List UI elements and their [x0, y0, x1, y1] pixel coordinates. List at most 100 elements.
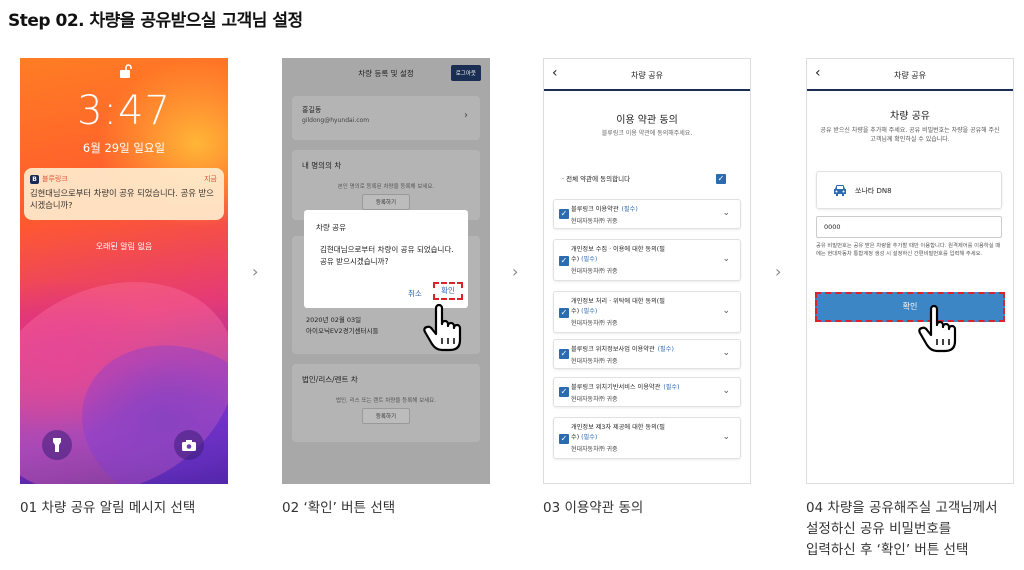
- term-checkbox[interactable]: ✓: [559, 434, 569, 444]
- chevron-down-icon[interactable]: ⌄: [722, 254, 730, 264]
- share-header: ‹ 차량 공유: [807, 59, 1013, 91]
- term-item[interactable]: ✓ 개인정보 수집 · 이용에 대한 동의(필수) (필수) 현대자동차㈜ 귀중 ⌄: [553, 239, 741, 281]
- terms-panel: ‹ 차량 공유 이용 약관 동의 블루링크 이용 약관에 동의해주세요. · 전…: [543, 58, 751, 484]
- term-item[interactable]: ✓ 블루링크 이용약관 (필수) 현대자동차㈜ 귀중 ⌄: [553, 199, 741, 229]
- term-checkbox[interactable]: ✓: [559, 308, 569, 318]
- corp-cars-desc: 법인, 리스 또는 렌트 차량을 등록해 보세요.: [335, 398, 436, 404]
- dialog-confirm-button[interactable]: 확인: [433, 282, 463, 300]
- my-cars-title: 내 명의의 차: [302, 161, 342, 170]
- share-subtitle: 공유 받으신 차량을 추가해 주세요. 공유 비밀번호는 차량을 공유해 주신 …: [820, 127, 1000, 143]
- vehicle-settings-panel: 차량 등록 및 설정 로그아웃 홍길동 gildong@hyundai.com …: [282, 58, 490, 484]
- term-title: 개인정보 처리 · 위탁에 대한 동의(필: [571, 298, 665, 305]
- notification-app-name: 블루링크: [42, 175, 68, 183]
- agree-all-label: · 전체 약관에 동의합니다: [562, 175, 631, 183]
- term-required-tag: (필수): [657, 346, 674, 353]
- term-required-tag: (필수): [581, 434, 598, 441]
- chevron-down-icon[interactable]: ⌄: [722, 386, 730, 396]
- shared-car-date: 2020년 02월 03일: [306, 316, 362, 324]
- caption-step-2: 02 ‘확인’ 버튼 선택: [282, 500, 396, 516]
- share-password-input[interactable]: 0000: [816, 216, 1002, 238]
- chevron-down-icon[interactable]: ⌄: [722, 348, 730, 358]
- term-title-cont: 수) (필수): [571, 256, 598, 263]
- dialog-title: 차량 공유: [316, 223, 346, 232]
- chevron-right-icon: ›: [464, 110, 468, 121]
- corp-cars-card: 법인/리스/렌트 차 법인, 리스 또는 렌트 차량을 등록해 보세요. 등록하…: [292, 364, 480, 442]
- no-older-notifications: 오래된 알림 없음: [95, 242, 153, 251]
- term-org: 현대자동차㈜ 귀중: [571, 268, 618, 275]
- shared-car-box: 쏘나타 DN8: [816, 171, 1002, 209]
- chevron-down-icon[interactable]: ⌄: [722, 306, 730, 316]
- term-checkbox[interactable]: ✓: [559, 349, 569, 359]
- user-name: 홍길동: [302, 106, 322, 114]
- lock-time: 3:47: [77, 88, 171, 134]
- share-title: 차량 공유: [890, 111, 930, 122]
- term-required-tag: (필수): [621, 206, 638, 213]
- term-item[interactable]: ✓ 블루링크 위치기반서비스 이용약관 (필수) 현대자동차㈜ 귀중 ⌄: [553, 377, 741, 407]
- flashlight-button[interactable]: [42, 430, 72, 460]
- bluelink-app-icon: B: [30, 174, 39, 184]
- notification-time: 지금: [204, 175, 217, 183]
- caption-step-3: 03 이용약관 동의: [543, 500, 644, 516]
- term-item[interactable]: ✓ 블루링크 위치정보사업 이용약관 (필수) 현대자동차㈜ 귀중 ⌄: [553, 339, 741, 369]
- camera-icon: [182, 439, 196, 451]
- my-cars-desc: 본인 명의로 등록된 차량을 등록해 보세요.: [337, 184, 435, 190]
- term-org: 현대자동차㈜ 귀중: [571, 446, 618, 453]
- password-note: 공유 비밀번호는 공유 받은 차량을 추가할 때만 이용합니다. 원격제어를 이…: [816, 243, 1001, 257]
- term-title: 개인정보 수집 · 이용에 대한 동의(필: [571, 246, 665, 253]
- term-title-cont: 수) (필수): [571, 434, 598, 441]
- header-title: 차량 공유: [894, 71, 926, 80]
- logout-button[interactable]: 로그아웃: [450, 65, 481, 81]
- register-button[interactable]: 등록하기: [362, 194, 410, 210]
- shared-car-name: 아이오닉EV2경기센터시들: [306, 327, 379, 335]
- next-arrow-icon: ›: [252, 262, 259, 281]
- lock-screen-panel: 3:47 6월 29일 일요일 B 블루링크 지금 김현대님으로부터 차량이 공…: [20, 58, 228, 484]
- pointer-hand-icon: [423, 303, 462, 352]
- term-item[interactable]: ✓ 개인정보 제3자 제공에 대한 동의(필 수) (필수) 현대자동차㈜ 귀중 ⌄: [553, 417, 741, 459]
- padlock-icon: [120, 64, 132, 78]
- term-required-tag: (필수): [663, 384, 680, 391]
- chevron-down-icon[interactable]: ⌄: [722, 432, 730, 442]
- corp-cars-title: 법인/리스/렌트 차: [302, 375, 358, 384]
- term-checkbox[interactable]: ✓: [559, 256, 569, 266]
- dialog-message: 김현대님으로부터 차량이 공유 되었습니다. 공유 받으시겠습니까?: [320, 245, 454, 266]
- term-required-tag: (필수): [581, 308, 598, 315]
- confirm-button[interactable]: 확인: [815, 292, 1005, 322]
- term-required-tag: (필수): [581, 256, 598, 263]
- term-item[interactable]: ✓ 개인정보 처리 · 위탁에 대한 동의(필수) (필수) 현대자동차㈜ 귀중 ⌄: [553, 291, 741, 333]
- caption-step-1: 01 차량 공유 알림 메시지 선택: [20, 500, 196, 516]
- term-title: 블루링크 위치기반서비스 이용약관 (필수): [571, 384, 680, 391]
- user-email: gildong@hyundai.com: [302, 117, 370, 124]
- password-value: 0000: [824, 223, 841, 231]
- flashlight-icon: [53, 438, 61, 452]
- camera-button[interactable]: [174, 430, 204, 460]
- vehicle-settings-header: 차량 등록 및 설정 로그아웃: [282, 58, 490, 86]
- next-arrow-icon: ›: [775, 262, 782, 281]
- dialog-cancel-button[interactable]: 취소: [408, 288, 422, 299]
- terms-subtitle: 블루링크 이용 약관에 동의해주세요.: [601, 130, 693, 137]
- term-checkbox[interactable]: ✓: [559, 209, 569, 219]
- term-title: 블루링크 이용약관 (필수): [571, 206, 638, 213]
- next-arrow-icon: ›: [512, 262, 519, 281]
- term-org: 현대자동차㈜ 귀중: [571, 396, 618, 403]
- caption-step-4: 04 차량을 공유해주실 고객님께서 설정하신 공유 비밀번호를 입력하신 후 …: [806, 500, 998, 558]
- term-title-cont: 수) (필수): [571, 308, 598, 315]
- chevron-down-icon[interactable]: ⌄: [722, 208, 730, 218]
- header-title: 차량 공유: [631, 71, 663, 80]
- corp-register-button[interactable]: 등록하기: [362, 408, 410, 424]
- share-notification[interactable]: B 블루링크 지금 김현대님으로부터 차량이 공유 되었습니다. 공유 받으시겠…: [24, 168, 224, 220]
- car-name: 쏘나타 DN8: [855, 187, 892, 195]
- lock-date: 6월 29일 일요일: [82, 141, 166, 155]
- notification-message: 김현대님으로부터 차량이 공유 되었습니다. 공유 받으시겠습니까?: [30, 188, 214, 210]
- user-card[interactable]: 홍길동 gildong@hyundai.com ›: [292, 96, 480, 140]
- agree-all-checkbox[interactable]: ✓: [716, 174, 726, 184]
- terms-header: ‹ 차량 공유: [544, 59, 750, 91]
- step-title: Step 02. 차량을 공유받으실 고객님 설정: [8, 11, 303, 31]
- term-title: 블루링크 위치정보사업 이용약관 (필수): [571, 346, 674, 353]
- share-password-panel: ‹ 차량 공유 차량 공유 공유 받으신 차량을 추가해 주세요. 공유 비밀번…: [806, 58, 1014, 484]
- share-dialog: 차량 공유 김현대님으로부터 차량이 공유 되었습니다. 공유 받으시겠습니까?…: [304, 210, 468, 308]
- car-icon: [834, 185, 846, 196]
- term-org: 현대자동차㈜ 귀중: [571, 320, 618, 327]
- term-checkbox[interactable]: ✓: [559, 387, 569, 397]
- term-org: 현대자동차㈜ 귀중: [571, 358, 618, 365]
- term-org: 현대자동차㈜ 귀중: [571, 218, 618, 225]
